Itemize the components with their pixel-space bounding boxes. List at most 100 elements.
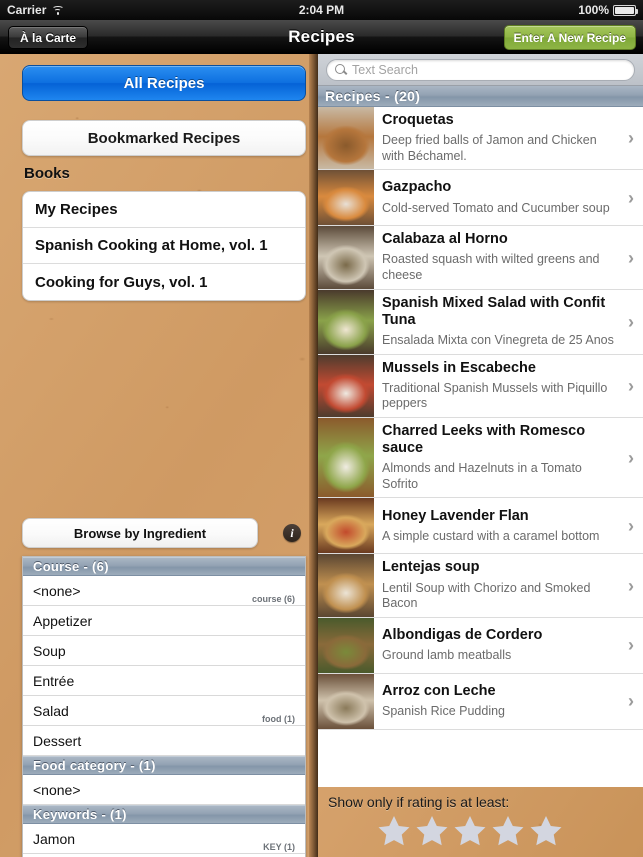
sidebar-panel: All Recipes Bookmarked Recipes Books My … — [0, 54, 314, 857]
panel-divider — [309, 54, 318, 857]
star-icon[interactable] — [492, 815, 524, 846]
chevron-right-icon: › — [628, 247, 634, 268]
sidebar-item-all-recipes[interactable]: All Recipes — [22, 65, 306, 101]
filter-row[interactable]: Soup — [23, 636, 305, 666]
recipe-thumbnail — [318, 417, 374, 498]
filter-row[interactable]: Salad food (1) — [23, 696, 305, 726]
recipe-thumbnail — [318, 498, 374, 554]
chevron-right-icon: › — [628, 575, 634, 596]
recipe-list[interactable]: Croquetas Deep fried balls of Jamon and C… — [318, 107, 643, 787]
recipe-text: Mussels in Escabeche Traditional Spanish … — [374, 355, 643, 417]
recipe-title: Spanish Mixed Salad with Confit Tuna — [382, 294, 606, 328]
battery-icon — [613, 4, 639, 16]
chevron-right-icon: › — [628, 375, 634, 396]
filter-row-badge: food (1) — [262, 714, 295, 724]
rating-filter-label: Show only if rating is at least: — [328, 794, 510, 810]
search-placeholder: Text Search — [352, 62, 419, 77]
chevron-right-icon: › — [628, 635, 634, 656]
filter-row[interactable]: Entrée — [23, 666, 305, 696]
recipe-list-panel: Text Search Recipes - (20) Croquetas Deep… — [318, 54, 643, 857]
filter-section-header: Keywords - (1) — [23, 805, 305, 824]
recipe-thumbnail — [318, 673, 374, 729]
filter-row[interactable]: <none> — [23, 775, 305, 805]
sidebar-item-bookmarked-recipes[interactable]: Bookmarked Recipes — [22, 120, 306, 156]
page-title: Recipes — [288, 26, 355, 46]
filter-section-header: Course - (6) — [23, 557, 305, 576]
recipe-list-item[interactable]: Charred Leeks with Romesco sauce Almonds … — [318, 417, 643, 499]
chevron-right-icon: › — [628, 691, 634, 712]
recipe-thumbnail — [318, 289, 374, 354]
recipe-thumbnail — [318, 554, 374, 617]
filter-row-badge: course (6) — [251, 594, 295, 604]
star-icon[interactable] — [416, 815, 448, 846]
recipe-text: Honey Lavender Flan A simple custard with… — [374, 498, 643, 553]
recipe-list-item[interactable]: Croquetas Deep fried balls of Jamon and C… — [318, 107, 643, 171]
chevron-right-icon: › — [628, 187, 634, 208]
recipe-subtitle: Spanish Rice Pudding — [382, 703, 505, 718]
recipe-subtitle: Deep fried balls of Jamon and Chicken wi… — [382, 133, 597, 163]
star-icon[interactable] — [530, 815, 562, 846]
chevron-right-icon: › — [628, 311, 634, 332]
recipe-thumbnail — [318, 170, 374, 226]
recipe-text: Albondigas de Cordero Ground lamb meatbal… — [374, 618, 643, 673]
chevron-right-icon: › — [628, 515, 634, 536]
recipe-text: Spanish Mixed Salad with Confit Tuna Ensa… — [374, 290, 643, 354]
filter-row-label: <none> — [33, 582, 81, 599]
recipe-text: Croquetas Deep fried balls of Jamon and C… — [374, 107, 643, 169]
book-list-item[interactable]: Cooking for Guys, vol. 1 — [23, 264, 305, 300]
filter-row-label: <none> — [33, 781, 81, 798]
recipe-title: Croquetas — [382, 112, 454, 128]
star-icon[interactable] — [454, 815, 486, 846]
recipe-subtitle: Roasted squash with wilted greens and ch… — [382, 252, 600, 283]
recipe-list-item[interactable]: Spanish Mixed Salad with Confit Tuna Ensa… — [318, 289, 643, 355]
star-rating-row[interactable] — [378, 815, 562, 846]
recipe-thumbnail — [318, 354, 374, 417]
recipes-app-window: Carrier 2:04 PM 100% À la Carte Recipes … — [0, 0, 643, 857]
recipe-list-item[interactable]: Honey Lavender Flan A simple custard with… — [318, 498, 643, 555]
recipe-text: Charred Leeks with Romesco sauce Almonds … — [374, 418, 643, 497]
filter-row-label: Dessert — [33, 732, 82, 749]
recipe-title: Calabaza al Horno — [382, 231, 508, 248]
filter-row-label: Jamon — [33, 830, 76, 847]
recipe-title: Mussels in Escabeche — [382, 359, 536, 376]
recipe-text: Arroz con Leche Spanish Rice Pudding — [374, 674, 643, 729]
status-bar: Carrier 2:04 PM 100% — [0, 0, 643, 20]
recipe-list-item[interactable]: Arroz con Leche Spanish Rice Pudding › — [318, 673, 643, 730]
recipe-list-item[interactable]: Gazpacho Cold-served Tomato and Cucumber … — [318, 170, 643, 227]
recipe-subtitle: A simple custard with a caramel bottom — [382, 528, 600, 543]
recipe-text: Lentejas soup Lentil Soup with Chorizo an… — [374, 554, 643, 616]
recipe-list-item[interactable]: Lentejas soup Lentil Soup with Chorizo an… — [318, 554, 643, 618]
recipe-subtitle: Lentil Soup with Chorizo and Smoked Baco… — [382, 580, 591, 611]
recipe-list-item[interactable]: Mussels in Escabeche Traditional Spanish … — [318, 354, 643, 418]
filter-row[interactable]: Appetizer — [23, 606, 305, 636]
info-icon[interactable]: i — [283, 524, 301, 542]
search-icon — [335, 64, 346, 75]
search-bar: Text Search — [318, 54, 643, 86]
filter-row[interactable]: Dessert — [23, 726, 305, 756]
rating-filter: Show only if rating is at least: — [318, 787, 643, 857]
recipe-thumbnail — [318, 107, 374, 170]
recipe-title: Arroz con Leche — [382, 682, 496, 699]
filter-row-badge: KEY (1) — [263, 842, 295, 852]
recipe-list-item[interactable]: Calabaza al Horno Roasted squash with wil… — [318, 226, 643, 290]
book-list-item[interactable]: Spanish Cooking at Home, vol. 1 — [23, 228, 305, 264]
filter-row[interactable]: Jamon KEY (1) — [23, 824, 305, 854]
back-button-a-la-carte[interactable]: À la Carte — [8, 26, 89, 49]
recipe-title: Lentejas soup — [382, 559, 480, 576]
recipe-list-item[interactable]: Albondigas de Cordero Ground lamb meatbal… — [318, 617, 643, 674]
navigation-bar: À la Carte Recipes Enter A New Recipe — [0, 20, 643, 54]
recipe-text: Gazpacho Cold-served Tomato and Cucumber … — [374, 170, 643, 225]
filter-row-label: Soup — [33, 642, 66, 659]
clock-label: 2:04 PM — [298, 3, 345, 17]
chevron-right-icon: › — [628, 447, 634, 468]
star-icon[interactable] — [378, 815, 410, 846]
filter-row[interactable]: <none> course (6) — [23, 576, 305, 606]
enter-new-recipe-button[interactable]: Enter A New Recipe — [503, 25, 636, 50]
search-input[interactable]: Text Search — [326, 58, 635, 81]
recipe-thumbnail — [318, 617, 374, 673]
browse-by-ingredient-button[interactable]: Browse by Ingredient — [22, 518, 258, 548]
recipe-subtitle: Almonds and Hazelnuts in a Tomato Sofrit… — [382, 461, 582, 491]
recipe-title: Albondigas de Cordero — [382, 626, 543, 643]
recipe-title: Charred Leeks with Romesco sauce — [382, 422, 586, 457]
book-list-item[interactable]: My Recipes — [23, 192, 305, 228]
